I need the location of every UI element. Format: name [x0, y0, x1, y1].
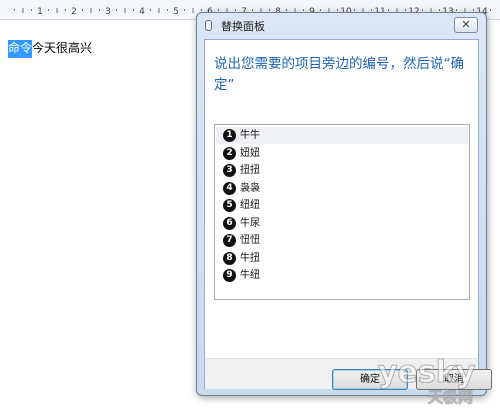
item-number-badge: 6: [223, 216, 236, 230]
item-label: 纽纽: [240, 200, 260, 211]
list-item[interactable]: 1 牛牛: [216, 127, 468, 144]
item-label: 扭扭: [240, 165, 260, 176]
microphone-icon: [205, 20, 212, 31]
item-number-badge: 1: [223, 129, 236, 142]
selected-text[interactable]: 命令: [8, 40, 33, 58]
item-label: 妞妞: [240, 147, 260, 159]
item-number-badge: 4: [223, 181, 236, 195]
svg-text:yesky: yesky: [378, 355, 476, 390]
dialog-body: 说出您需要的项目旁边的编号，然后说“确定” 1 牛牛 2 妞妞 3 扭扭 4 袅袅 5 纽纽 6 牛尿…: [204, 39, 492, 390]
list-item[interactable]: 4 袅袅: [216, 180, 468, 197]
dialog-title: 替换面板: [221, 20, 265, 33]
replace-panel-dialog: 替换面板 ✕ 说出您需要的项目旁边的编号，然后说“确定” 1 牛牛 2 妞妞 3 扭扭 4 袅…: [196, 12, 492, 396]
list-item[interactable]: 5 纽纽: [216, 197, 468, 214]
document-text-line[interactable]: 命令今天很高兴: [8, 40, 92, 58]
list-item[interactable]: 6 牛尿: [216, 215, 468, 232]
dialog-titlebar[interactable]: 替换面板 ✕: [197, 13, 486, 37]
item-number-badge: 3: [223, 164, 236, 177]
item-label: 牛纽: [240, 270, 260, 281]
list-item[interactable]: 2 妞妞: [216, 145, 468, 162]
close-button[interactable]: ✕: [454, 17, 478, 33]
instruction-text: 说出您需要的项目旁边的编号，然后说“确定”: [214, 56, 464, 93]
list-item[interactable]: 9 牛纽: [216, 267, 468, 284]
ruler-label: 5: [173, 7, 179, 17]
item-label: 牛牛: [240, 130, 260, 141]
document-text[interactable]: 今天很高兴: [32, 41, 92, 55]
ruler-label: 2: [71, 7, 77, 17]
item-number-badge: 7: [223, 234, 236, 247]
list-item[interactable]: 7 忸忸: [216, 232, 468, 249]
svg-text:天极网: 天极网: [428, 388, 473, 406]
item-number-badge: 2: [223, 146, 236, 160]
list-item[interactable]: 3 扭扭: [216, 162, 468, 179]
item-label: 忸忸: [240, 235, 260, 246]
item-number-badge: 5: [223, 199, 236, 212]
item-label: 袅袅: [240, 182, 260, 194]
item-label: 牛扭: [240, 252, 260, 264]
candidate-list[interactable]: 1 牛牛 2 妞妞 3 扭扭 4 袅袅 5 纽纽 6 牛尿 7 忸忸 8 牛扭 9 牛纽: [214, 124, 470, 300]
ruler-label: 4: [139, 7, 145, 17]
item-number-badge: 8: [223, 251, 236, 265]
yesky-watermark-logo: yesky 天极网: [378, 355, 477, 407]
item-number-badge: 9: [223, 269, 236, 282]
item-label: 牛尿: [240, 217, 260, 229]
ruler-label: 3: [105, 7, 111, 17]
ruler-label: 1: [37, 7, 43, 17]
list-item[interactable]: 8 牛扭: [216, 250, 468, 267]
